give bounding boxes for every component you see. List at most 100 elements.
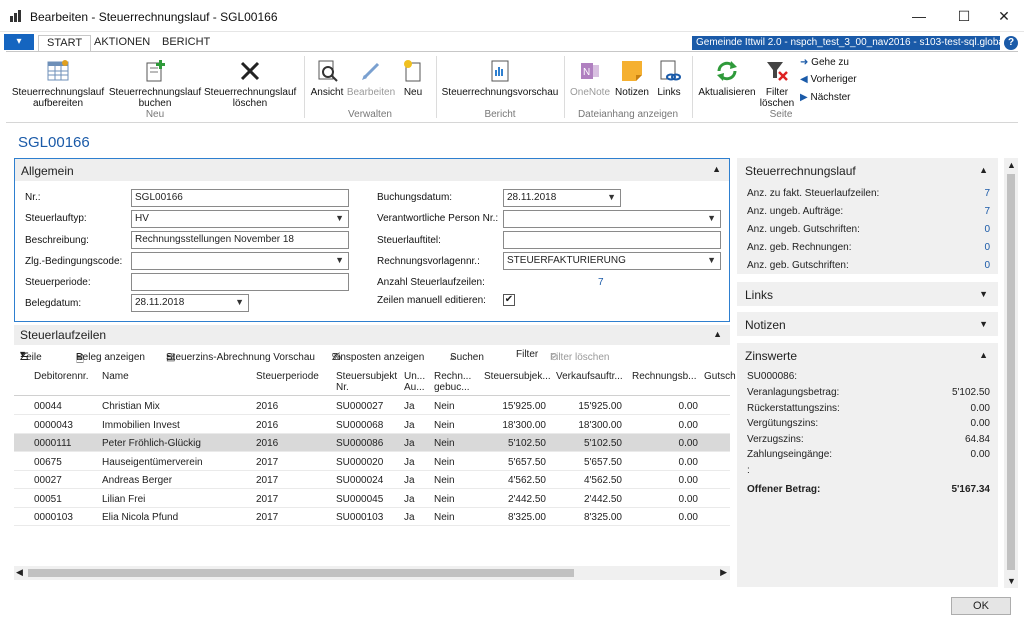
neu-button[interactable]: Neu (398, 58, 428, 98)
table-cell[interactable]: SU000068 (336, 420, 383, 431)
table-cell[interactable]: 2016 (256, 438, 278, 449)
scroll-down-icon[interactable]: ▼ (1007, 576, 1016, 586)
table-cell[interactable]: 0.00 (679, 475, 698, 486)
belegdatum-field[interactable]: 28.11.2018 ▼ (131, 294, 249, 312)
table-cell[interactable]: 4'562.50 (584, 475, 622, 486)
table-cell[interactable]: 8'325.00 (508, 512, 546, 523)
expand-icon[interactable]: ▼ (979, 319, 988, 329)
table-cell[interactable]: Immobilien Invest (102, 420, 180, 431)
table-cell[interactable]: 2'442.50 (584, 494, 622, 505)
table-cell[interactable]: 0000043 (34, 420, 73, 431)
allgemein-header[interactable]: Allgemein ▲ (15, 159, 729, 181)
table-cell[interactable]: Nein (434, 401, 455, 412)
table-cell[interactable]: 0000111 (34, 438, 71, 449)
steuerperiode-field[interactable] (131, 273, 349, 291)
loeschen-button[interactable]: Steuerrechnungslauf löschen (204, 58, 296, 109)
table-cell[interactable]: 5'657.50 (508, 457, 546, 468)
table-cell[interactable]: Ja (404, 457, 415, 468)
table-cell[interactable]: SU000086 (336, 438, 383, 449)
table-cell[interactable]: 00027 (34, 475, 62, 486)
table-cell[interactable]: 00051 (34, 494, 62, 505)
col-gutschrift[interactable]: Gutsch (704, 371, 736, 382)
table-row[interactable]: 0000111 Peter Fröhlich-Glückig 2016 SU00008… (14, 434, 730, 452)
col-steuersubjekt-nr[interactable]: Steuersubjekt Nr. (336, 371, 397, 393)
help-icon[interactable]: ? (1004, 36, 1018, 50)
scroll-thumb[interactable] (28, 569, 574, 577)
table-cell[interactable]: Ja (404, 475, 415, 486)
table-cell[interactable]: 0.00 (679, 420, 698, 431)
table-cell[interactable]: 0000103 (34, 512, 73, 523)
table-cell[interactable]: Ja (404, 494, 415, 505)
col-rechnungsbetrag[interactable]: Rechnungsb... (632, 371, 697, 382)
collapse-icon[interactable]: ▲ (979, 350, 988, 360)
factbox-links[interactable]: Links ▼ (737, 282, 998, 306)
table-cell[interactable]: Nein (434, 457, 455, 468)
table-cell[interactable]: 0.00 (679, 401, 698, 412)
table-cell[interactable]: Lilian Frei (102, 494, 145, 505)
table-cell[interactable]: 0.00 (679, 494, 698, 505)
table-cell[interactable]: 8'325.00 (584, 512, 622, 523)
factbox-lauf-title[interactable]: Steuerrechnungslauf (745, 164, 856, 178)
col-unterauftrag[interactable]: Un... Au... (404, 371, 430, 393)
table-cell[interactable]: Hauseigentümerverein (102, 457, 203, 468)
scroll-up-icon[interactable]: ▲ (1007, 160, 1016, 170)
vertical-scrollbar[interactable]: ▲ ▼ (1004, 158, 1018, 588)
factbox-value[interactable]: 0 (984, 260, 990, 271)
steuerlauftyp-select[interactable]: HV ▼ (131, 210, 349, 228)
table-cell[interactable]: 2017 (256, 475, 278, 486)
table-cell[interactable]: Ja (404, 401, 415, 412)
expand-icon[interactable]: ▼ (979, 289, 988, 299)
table-row[interactable]: 0000043 Immobilien Invest 2016 SU000068 Ja Ne… (14, 416, 730, 434)
rechnungsvorlage-select[interactable]: STEUERFAKTURIERUNG ▼ (503, 252, 721, 270)
table-cell[interactable]: 5'102.50 (508, 438, 546, 449)
aktualisieren-button[interactable]: Aktualisieren (696, 58, 758, 98)
table-cell[interactable]: Christian Mix (102, 401, 160, 412)
table-cell[interactable]: SU000103 (336, 512, 383, 523)
anzahl-value[interactable]: 7 (598, 277, 604, 288)
aufbereiten-button[interactable]: Steuerrechnungslauf aufbereiten (10, 58, 106, 109)
col-debitorennr[interactable]: Debitorennr. (34, 371, 88, 382)
col-steuersubjekt-betrag[interactable]: Steuersubjek... (484, 371, 551, 382)
collapse-icon[interactable]: ▲ (713, 329, 722, 339)
table-cell[interactable]: 0.00 (679, 438, 698, 449)
table-cell[interactable]: SU000024 (336, 475, 383, 486)
table-cell[interactable]: Elia Nicola Pfund (102, 512, 178, 523)
table-cell[interactable]: 0.00 (679, 512, 698, 523)
table-cell[interactable]: 15'925.00 (502, 401, 546, 412)
maximize-button[interactable]: ☐ (950, 6, 978, 26)
table-cell[interactable]: Nein (434, 475, 455, 486)
filter-loeschen-button[interactable]: Filter löschen (758, 58, 796, 109)
collapse-icon[interactable]: ▲ (712, 164, 721, 174)
collapse-icon[interactable]: ▲ (979, 165, 988, 175)
table-cell[interactable]: Ja (404, 420, 415, 431)
table-cell[interactable]: Ja (404, 438, 415, 449)
table-cell[interactable]: SU000045 (336, 494, 383, 505)
table-cell[interactable]: 2017 (256, 512, 278, 523)
factbox-value[interactable]: 0 (984, 224, 990, 235)
table-cell[interactable]: 00044 (34, 401, 62, 412)
naechster-button[interactable]: ▶ Nächster (800, 92, 850, 103)
bearbeiten-button[interactable]: Bearbeiten (346, 58, 396, 98)
table-cell[interactable]: Nein (434, 420, 455, 431)
close-button[interactable]: ✕ (990, 6, 1018, 26)
onenote-button[interactable]: N OneNote (568, 58, 612, 98)
table-cell[interactable]: Nein (434, 494, 455, 505)
col-steuerperiode[interactable]: Steuerperiode (256, 371, 319, 382)
table-row[interactable]: 00675 Hauseigentümerverein 2017 SU000020 Ja N… (14, 453, 730, 471)
steuerlauftitel-field[interactable] (503, 231, 721, 249)
table-cell[interactable]: Nein (434, 512, 455, 523)
table-cell[interactable]: 2017 (256, 457, 278, 468)
minimize-button[interactable]: — (905, 6, 933, 26)
manuell-checkbox[interactable]: ✔ (503, 294, 515, 306)
factbox-value[interactable]: 7 (984, 206, 990, 217)
table-cell[interactable]: 00675 (34, 457, 62, 468)
nr-field[interactable]: SGL00166 (131, 189, 349, 207)
table-cell[interactable]: 2016 (256, 401, 278, 412)
col-name[interactable]: Name (102, 371, 129, 382)
table-row[interactable]: 0000103 Elia Nicola Pfund 2017 SU000103 Ja Ne… (14, 508, 730, 526)
table-row[interactable]: 00027 Andreas Berger 2017 SU000024 Ja Nein 4'5… (14, 471, 730, 489)
factbox-zins-title[interactable]: Zinswerte (745, 349, 797, 363)
table-cell[interactable]: 5'657.50 (584, 457, 622, 468)
table-cell[interactable]: SU000020 (336, 457, 383, 468)
vorschau-button[interactable]: Steuerrechnungsvorschau (440, 58, 560, 98)
